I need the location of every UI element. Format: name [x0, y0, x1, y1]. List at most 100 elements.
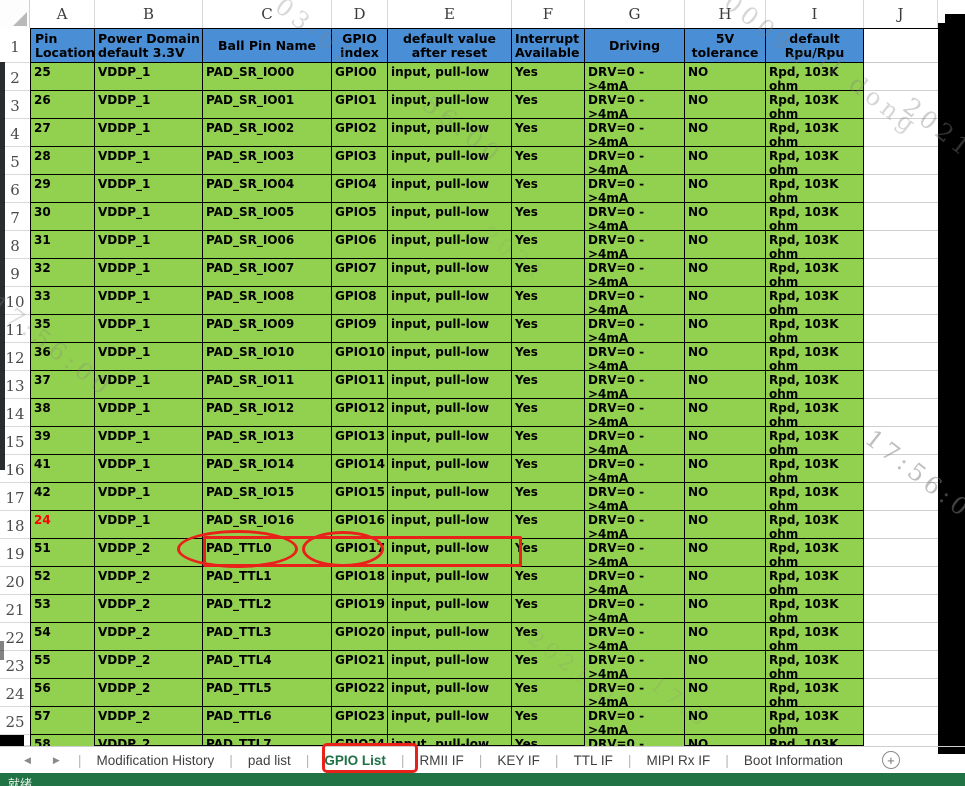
- cell-5v-tolerance[interactable]: NO: [685, 315, 766, 343]
- cell-5v-tolerance[interactable]: NO: [685, 175, 766, 203]
- cell-gpio-index[interactable]: GPIO8: [332, 287, 388, 315]
- cell-default-value[interactable]: input, pull-low: [388, 231, 512, 259]
- cell-default-rpu[interactable]: Rpd, 103K ohm: [766, 623, 864, 651]
- cell-power-domain[interactable]: VDDP_1: [95, 175, 203, 203]
- cell-default-rpu[interactable]: Rpd, 103K ohm: [766, 343, 864, 371]
- cell-empty-j[interactable]: [864, 371, 938, 399]
- cell-driving[interactable]: DRV=0 ->4mADRV=1 ->8mA: [585, 455, 685, 483]
- cell-interrupt[interactable]: Yes: [512, 175, 585, 203]
- sheet-nav-left-icon[interactable]: ◀: [24, 755, 31, 766]
- cell-empty-j[interactable]: [864, 623, 938, 651]
- cell-power-domain[interactable]: VDDP_1: [95, 63, 203, 91]
- cell-5v-tolerance[interactable]: NO: [685, 651, 766, 679]
- sheet-tab-key-if[interactable]: KEY IF: [484, 749, 553, 772]
- row-header-25[interactable]: 25: [0, 707, 30, 735]
- column-header-d[interactable]: D: [332, 0, 388, 28]
- cell-default-value[interactable]: input, pull-low: [388, 315, 512, 343]
- cell-interrupt[interactable]: Yes: [512, 63, 585, 91]
- cell-gpio-index[interactable]: GPIO23: [332, 707, 388, 735]
- cell-pin-location[interactable]: 39: [30, 427, 95, 455]
- cell-empty-j[interactable]: [864, 119, 938, 147]
- cell-ball-pin-name[interactable]: PAD_SR_IO11: [203, 371, 332, 399]
- cell-driving[interactable]: DRV=0 ->4mADRV=1 ->8mA: [585, 623, 685, 651]
- cell-gpio-index[interactable]: GPIO15: [332, 483, 388, 511]
- cell-default-value[interactable]: input, pull-low: [388, 399, 512, 427]
- cell-power-domain[interactable]: VDDP_1: [95, 203, 203, 231]
- cell-pin-location[interactable]: 30: [30, 203, 95, 231]
- cell-power-domain[interactable]: VDDP_1: [95, 119, 203, 147]
- cell-interrupt[interactable]: Yes: [512, 399, 585, 427]
- cell-empty-j[interactable]: [864, 427, 938, 455]
- cell-empty-j[interactable]: [864, 203, 938, 231]
- cell-default-value[interactable]: input, pull-low: [388, 371, 512, 399]
- cell-power-domain[interactable]: VDDP_2: [95, 679, 203, 707]
- cell-gpio-index[interactable]: GPIO14: [332, 455, 388, 483]
- cell-empty-j[interactable]: [864, 147, 938, 175]
- select-all-corner[interactable]: [0, 0, 30, 28]
- cell-pin-location[interactable]: 36: [30, 343, 95, 371]
- cell-empty-j[interactable]: [864, 455, 938, 483]
- cell-default-rpu[interactable]: Rpd, 103K ohm: [766, 119, 864, 147]
- cell-ball-pin-name[interactable]: PAD_SR_IO08: [203, 287, 332, 315]
- cell-empty-j[interactable]: [864, 259, 938, 287]
- cell-power-domain[interactable]: VDDP_1: [95, 511, 203, 539]
- cell-ball-pin-name[interactable]: PAD_SR_IO12: [203, 399, 332, 427]
- cell-pin-location[interactable]: 38: [30, 399, 95, 427]
- cell-5v-tolerance[interactable]: NO: [685, 371, 766, 399]
- cell-5v-tolerance[interactable]: NO: [685, 623, 766, 651]
- cell-ball-pin-name[interactable]: PAD_TTL5: [203, 679, 332, 707]
- cell-driving[interactable]: DRV=0 ->4mADRV=1 ->8mA: [585, 679, 685, 707]
- cell-ball-pin-name[interactable]: PAD_TTL2: [203, 595, 332, 623]
- cell-pin-location[interactable]: 42: [30, 483, 95, 511]
- cell-5v-tolerance[interactable]: NO: [685, 399, 766, 427]
- cell-interrupt[interactable]: Yes: [512, 651, 585, 679]
- cell-gpio-index[interactable]: GPIO0: [332, 63, 388, 91]
- cell-power-domain[interactable]: VDDP_2: [95, 595, 203, 623]
- cell-default-value[interactable]: input, pull-low: [388, 343, 512, 371]
- cell-pin-location[interactable]: 56: [30, 679, 95, 707]
- cell-pin-location[interactable]: 35: [30, 315, 95, 343]
- cell-power-domain[interactable]: VDDP_1: [95, 315, 203, 343]
- cell-driving[interactable]: DRV=0 ->4mADRV=1 ->8mA: [585, 203, 685, 231]
- cell-interrupt[interactable]: Yes: [512, 679, 585, 707]
- cell-power-domain[interactable]: VDDP_1: [95, 287, 203, 315]
- cell-power-domain[interactable]: VDDP_1: [95, 483, 203, 511]
- cell-power-domain[interactable]: VDDP_1: [95, 147, 203, 175]
- cell-driving[interactable]: DRV=0 ->4mADRV=1 ->8mA: [585, 371, 685, 399]
- header-default-rpu[interactable]: defaultRpu/Rpu: [766, 28, 864, 63]
- column-header-e[interactable]: E: [388, 0, 512, 28]
- cell-default-value[interactable]: input, pull-low: [388, 63, 512, 91]
- cell-default-value[interactable]: input, pull-low: [388, 287, 512, 315]
- cell-5v-tolerance[interactable]: NO: [685, 91, 766, 119]
- add-sheet-button[interactable]: +: [882, 751, 900, 769]
- cell-driving[interactable]: DRV=0 ->4mADRV=1 ->8mA: [585, 511, 685, 539]
- cell-pin-location[interactable]: 25: [30, 63, 95, 91]
- cell-empty-j[interactable]: [864, 175, 938, 203]
- cell-interrupt[interactable]: Yes: [512, 595, 585, 623]
- cell-empty-j[interactable]: [864, 511, 938, 539]
- cell-empty-j[interactable]: [864, 287, 938, 315]
- cell-ball-pin-name[interactable]: PAD_SR_IO00: [203, 63, 332, 91]
- cell-ball-pin-name[interactable]: PAD_SR_IO14: [203, 455, 332, 483]
- cell-interrupt[interactable]: Yes: [512, 483, 585, 511]
- cell-driving[interactable]: DRV=0 ->4mADRV=1 ->8mA: [585, 259, 685, 287]
- cell-gpio-index[interactable]: GPIO11: [332, 371, 388, 399]
- cell-5v-tolerance[interactable]: NO: [685, 63, 766, 91]
- cell-ball-pin-name[interactable]: PAD_SR_IO13: [203, 427, 332, 455]
- cell-ball-pin-name[interactable]: PAD_SR_IO03: [203, 147, 332, 175]
- cell-power-domain[interactable]: VDDP_1: [95, 259, 203, 287]
- cell-interrupt[interactable]: Yes: [512, 539, 585, 567]
- cell-ball-pin-name[interactable]: PAD_SR_IO06: [203, 231, 332, 259]
- cell-5v-tolerance[interactable]: NO: [685, 231, 766, 259]
- cell-gpio-index[interactable]: GPIO18: [332, 567, 388, 595]
- cell-pin-location[interactable]: 57: [30, 707, 95, 735]
- cell-default-rpu[interactable]: Rpd, 103K ohm: [766, 567, 864, 595]
- cell-gpio-index[interactable]: GPIO4: [332, 175, 388, 203]
- cell-ball-pin-name[interactable]: PAD_TTL1: [203, 567, 332, 595]
- cell-gpio-index[interactable]: GPIO19: [332, 595, 388, 623]
- cell-default-value[interactable]: input, pull-low: [388, 119, 512, 147]
- cell-gpio-index[interactable]: GPIO1: [332, 91, 388, 119]
- cell-default-rpu[interactable]: Rpd, 103K ohm: [766, 63, 864, 91]
- header-default-value[interactable]: default valueafter reset: [388, 28, 512, 63]
- cell-driving[interactable]: DRV=0 ->4mADRV=1 ->8mA: [585, 231, 685, 259]
